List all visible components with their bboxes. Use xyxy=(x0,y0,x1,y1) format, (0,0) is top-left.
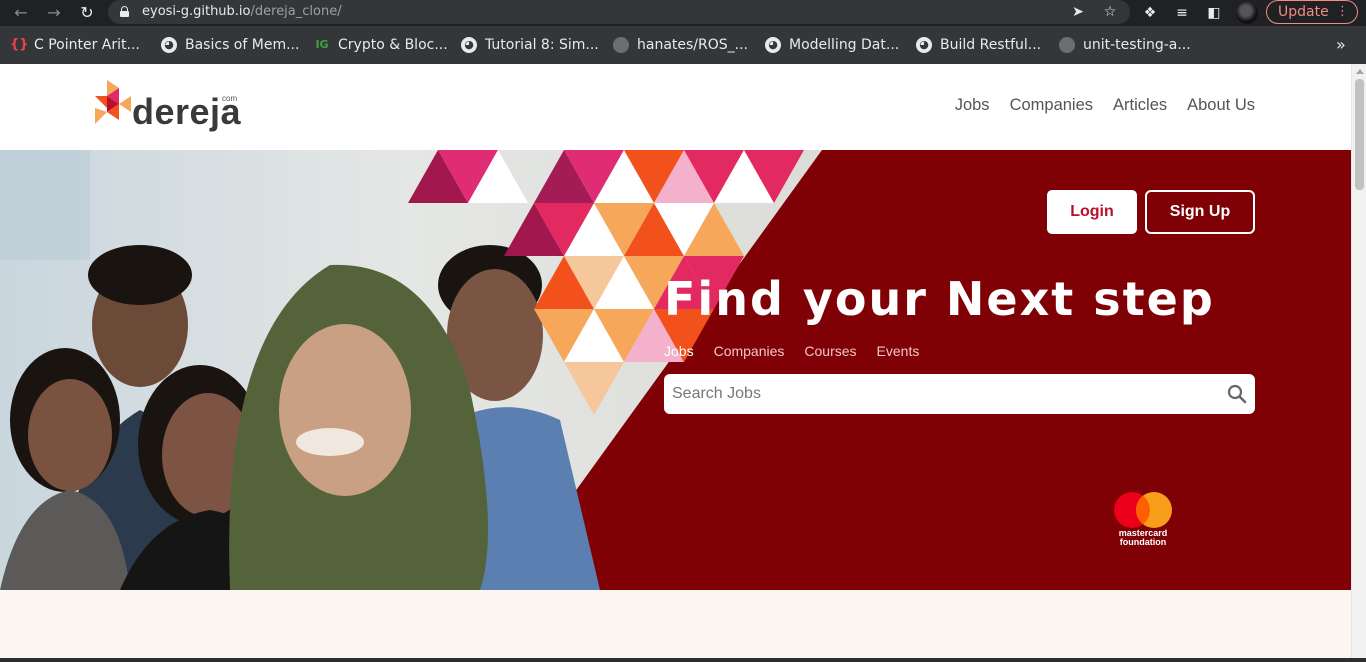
taskbar-strip xyxy=(0,658,1366,662)
globe-icon: ◕ xyxy=(461,37,477,53)
profile-avatar[interactable] xyxy=(1236,2,1258,24)
nav-about-us[interactable]: About Us xyxy=(1187,96,1255,115)
search-tab-courses[interactable]: Courses xyxy=(804,343,856,359)
send-icon[interactable]: ➤ xyxy=(1068,2,1088,22)
bookmark-item[interactable]: {} C Pointer Arit... xyxy=(10,36,140,54)
forward-icon[interactable]: → xyxy=(44,3,64,23)
search-box xyxy=(664,374,1255,414)
nav-companies[interactable]: Companies xyxy=(1010,96,1093,115)
scroll-up-icon[interactable] xyxy=(1356,69,1364,74)
sidepanel-icon[interactable]: ◧ xyxy=(1204,3,1224,23)
bookmark-item[interactable]: ◕ Tutorial 8: Sim... xyxy=(461,36,599,54)
reload-icon[interactable]: ↻ xyxy=(77,3,97,23)
ig-icon: IG xyxy=(315,38,329,51)
puzzle-icon[interactable]: ❖ xyxy=(1140,3,1160,23)
site-header: com dereja Jobs Companies Articles About… xyxy=(0,64,1351,150)
mastercard-circles-icon xyxy=(1114,492,1172,528)
globe-icon: ◕ xyxy=(765,37,781,53)
content-section xyxy=(0,590,1351,662)
mastercard-foundation-logo: mastercard foundation xyxy=(1112,491,1174,553)
lock-icon[interactable] xyxy=(120,6,129,17)
search-tabs: Jobs Companies Courses Events xyxy=(664,343,919,359)
logo-text: dereja xyxy=(132,91,242,132)
bookmark-item[interactable]: unit-testing-a... xyxy=(1059,36,1191,54)
code-brace-icon: {} xyxy=(10,37,29,52)
browser-toolbar: ← → ↻ eyosi-g.github.io/dereja_clone/ ➤ … xyxy=(0,0,1366,26)
globe-icon: ◕ xyxy=(161,37,177,53)
playlist-icon[interactable]: ≡ xyxy=(1172,3,1192,23)
chevron-double-right-icon[interactable]: » xyxy=(1336,35,1346,54)
auth-actions: Login Sign Up xyxy=(1047,190,1255,234)
bookmark-item[interactable]: ◕ Basics of Mem... xyxy=(161,36,299,54)
kebab-icon[interactable]: ⋮ xyxy=(1336,1,1349,23)
hero-title: Find your Next step xyxy=(664,272,1215,326)
nav-jobs[interactable]: Jobs xyxy=(955,96,990,115)
logo-mark-icon xyxy=(95,80,131,124)
bookmarks-bar: {} C Pointer Arit... ◕ Basics of Mem... IG… xyxy=(0,26,1366,64)
bookmark-item[interactable]: IG Crypto & Bloc... xyxy=(314,36,447,54)
back-icon[interactable]: ← xyxy=(11,3,31,23)
search-tab-jobs[interactable]: Jobs xyxy=(664,343,694,359)
url-text[interactable]: eyosi-g.github.io/dereja_clone/ xyxy=(142,4,342,20)
bookmark-item[interactable]: ◕ Modelling Dat... xyxy=(765,36,899,54)
search-input[interactable] xyxy=(664,374,1214,414)
scrollbar-thumb[interactable] xyxy=(1355,79,1364,190)
mastercard-foundation-label: mastercard foundation xyxy=(1118,528,1168,547)
bookmark-item[interactable]: hanates/ROS_... xyxy=(613,36,748,54)
main-nav: Jobs Companies Articles About Us xyxy=(955,96,1255,115)
signup-button[interactable]: Sign Up xyxy=(1145,190,1255,234)
page-viewport: com dereja Jobs Companies Articles About… xyxy=(0,64,1351,662)
nav-articles[interactable]: Articles xyxy=(1113,96,1167,115)
globe-icon: ◕ xyxy=(916,37,932,53)
page-scrollbar[interactable] xyxy=(1351,64,1366,662)
search-tab-events[interactable]: Events xyxy=(877,343,920,359)
address-bar[interactable]: eyosi-g.github.io/dereja_clone/ ➤ ☆ xyxy=(108,0,1130,24)
update-button[interactable]: Update ⋮ xyxy=(1266,0,1358,24)
github-icon xyxy=(1059,37,1075,53)
search-tab-companies[interactable]: Companies xyxy=(714,343,785,359)
dereja-logo[interactable]: com dereja xyxy=(95,80,245,132)
hero-section: Login Sign Up Find your Next step Jobs C… xyxy=(0,150,1351,590)
github-icon xyxy=(613,37,629,53)
login-button[interactable]: Login xyxy=(1047,190,1137,234)
bookmark-item[interactable]: ◕ Build Restful... xyxy=(916,36,1041,54)
star-icon[interactable]: ☆ xyxy=(1100,2,1120,22)
search-icon[interactable] xyxy=(1227,384,1247,404)
